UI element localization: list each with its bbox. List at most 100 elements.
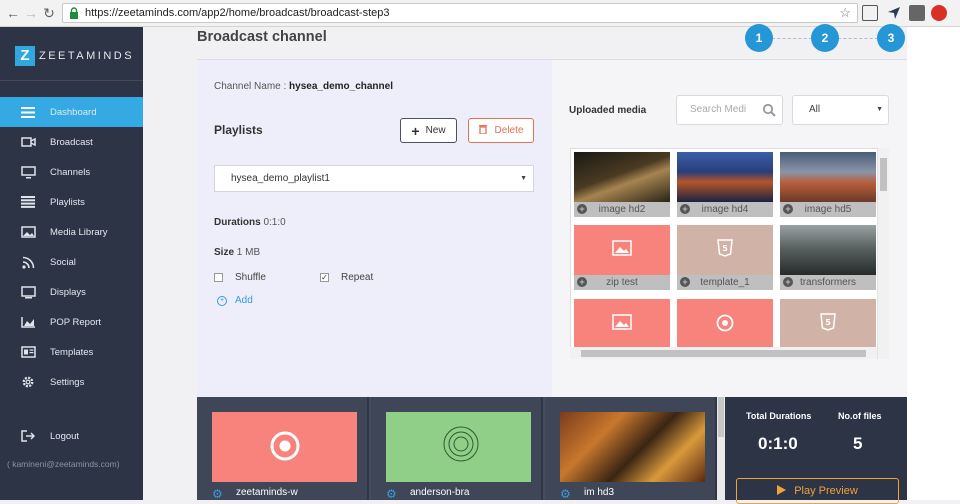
size-label: Size (214, 247, 235, 258)
scrollbar-thumb[interactable] (718, 397, 724, 437)
search-icon[interactable] (762, 103, 776, 117)
add-circle-icon[interactable]: + (577, 277, 587, 287)
tray-item-name: im hd3 (584, 487, 615, 498)
opera-icon[interactable] (931, 5, 947, 21)
add-circle-icon[interactable]: + (783, 277, 793, 287)
page-margin (907, 27, 960, 500)
total-durations-value: 0:1:0 (758, 434, 798, 453)
playlist-select[interactable]: hysea_demo_playlist1 ▼ (214, 165, 534, 192)
step-3[interactable]: 3 (877, 24, 905, 52)
delete-playlist-button[interactable]: Delete (468, 118, 534, 143)
media-tile[interactable]: + zip test (574, 225, 670, 290)
media-name: template_1 (700, 277, 750, 288)
add-circle-icon[interactable]: + (783, 204, 793, 214)
tray-caption: ⚙ im hd3 (560, 487, 710, 498)
monitor-icon (20, 165, 36, 179)
chart-icon (20, 315, 36, 329)
channel-name-label: Channel Name : (214, 81, 290, 92)
uploaded-media-heading: Uploaded media (569, 105, 647, 116)
tray-scrollbar[interactable] (717, 397, 725, 500)
tray-item[interactable]: ⚙ im hd3 (545, 397, 717, 500)
media-caption: + image hd5 (780, 202, 876, 217)
address-bar[interactable]: https://zeetaminds.com/app2/home/broadca… (62, 3, 858, 23)
sidebar-item-channels[interactable]: Channels (0, 157, 143, 187)
gear-icon[interactable]: ⚙ (386, 487, 397, 498)
sidebar-item-dashboard[interactable]: Dashboard (0, 97, 143, 127)
channel-name: Channel Name : hysea_demo_channel (214, 81, 393, 92)
step-connector (772, 38, 812, 39)
add-circle-icon[interactable]: + (577, 204, 587, 214)
navigate-icon[interactable] (886, 5, 902, 21)
play-preview-button[interactable]: Play Preview (736, 478, 899, 504)
repeat-checkbox[interactable]: ✓ Repeat (320, 272, 373, 283)
media-name: image hd4 (701, 204, 749, 215)
media-tile[interactable]: 5 + template_1 (677, 225, 773, 290)
sidebar-item-displays[interactable]: Displays (0, 277, 143, 307)
forward-icon[interactable]: → (22, 4, 40, 22)
durations-label: Durations (214, 217, 261, 228)
sidebar-item-settings[interactable]: Settings (0, 367, 143, 397)
new-playlist-button[interactable]: + New (400, 118, 457, 143)
gear-icon (20, 375, 36, 389)
step-1[interactable]: 1 (745, 24, 773, 52)
media-tile[interactable]: + image hd2 (574, 152, 670, 217)
sidebar-item-broadcast[interactable]: Broadcast (0, 127, 143, 157)
bookmark-star-icon[interactable]: ☆ (839, 4, 851, 22)
media-vertical-scrollbar[interactable] (877, 148, 889, 359)
extension-icon[interactable] (909, 5, 925, 21)
tray-item-name: anderson-bra (410, 487, 470, 498)
media-search-input[interactable]: Search Medi (676, 95, 783, 125)
media-name: transformers (799, 277, 857, 288)
back-icon[interactable]: ← (4, 4, 22, 22)
plus-icon: + (411, 122, 420, 139)
repeat-label: Repeat (341, 272, 374, 283)
brain-icon (443, 426, 479, 462)
shuffle-checkbox[interactable]: Shuffle (214, 272, 266, 283)
sidebar-item-label: Playlists (50, 196, 85, 208)
scrollbar-thumb[interactable] (581, 350, 866, 357)
sidebar-item-social[interactable]: Social (0, 247, 143, 277)
user-email: ( kamineni@zeetaminds.com) (7, 459, 120, 469)
sidebar-item-pop-report[interactable]: POP Report (0, 307, 143, 337)
logo[interactable]: Z ZEETAMINDS (15, 45, 134, 67)
gear-icon[interactable]: ⚙ (212, 487, 223, 498)
checkbox-checked-icon[interactable]: ✓ (320, 273, 329, 282)
sidebar-item-label: POP Report (50, 316, 102, 328)
media-caption: + image hd4 (677, 202, 773, 217)
add-circle-icon[interactable]: + (680, 204, 690, 214)
svg-text:5: 5 (825, 318, 831, 327)
cast-icon[interactable] (862, 5, 878, 21)
media-thumbnail: 5 (780, 299, 876, 349)
add-link[interactable]: + Add (217, 295, 253, 306)
files-count-value: 5 (853, 434, 863, 453)
sidebar-item-label: Displays (50, 286, 86, 298)
step-2[interactable]: 2 (811, 24, 839, 52)
media-tile[interactable]: + image hd4 (677, 152, 773, 217)
list-icon (20, 195, 36, 209)
scrollbar-thumb[interactable] (880, 158, 887, 191)
checkbox-unchecked-icon[interactable] (214, 273, 223, 282)
tray-item[interactable]: ⚙ zeetaminds-w (197, 397, 369, 500)
image-icon (612, 240, 632, 256)
tray-item[interactable]: ⚙ anderson-bra (371, 397, 543, 500)
reload-icon[interactable]: ↻ (40, 4, 58, 22)
media-tile[interactable]: + image hd5 (780, 152, 876, 217)
sidebar-item-label: Templates (50, 346, 94, 358)
sidebar-item-templates[interactable]: Templates (0, 337, 143, 367)
add-circle-icon[interactable]: + (680, 277, 690, 287)
sidebar-item-media-library[interactable]: Media Library (0, 217, 143, 247)
gear-icon[interactable]: ⚙ (560, 487, 571, 498)
playlist-panel (197, 60, 552, 397)
add-circle-icon: + (217, 295, 227, 306)
logout-button[interactable]: Logout (0, 421, 143, 451)
media-horizontal-scrollbar[interactable] (570, 347, 877, 359)
sidebar-item-playlists[interactable]: Playlists (0, 187, 143, 217)
lock-icon (70, 7, 78, 19)
media-tile[interactable]: + transformers (780, 225, 876, 290)
media-thumbnail: 5 (677, 225, 773, 275)
tray-thumbnail (386, 412, 531, 482)
sidebar-item-label: Dashboard (50, 106, 97, 118)
shuffle-label: Shuffle (235, 272, 266, 283)
size-value: 1 MB (236, 247, 261, 258)
media-filter-select[interactable]: All ▼ (792, 95, 889, 125)
